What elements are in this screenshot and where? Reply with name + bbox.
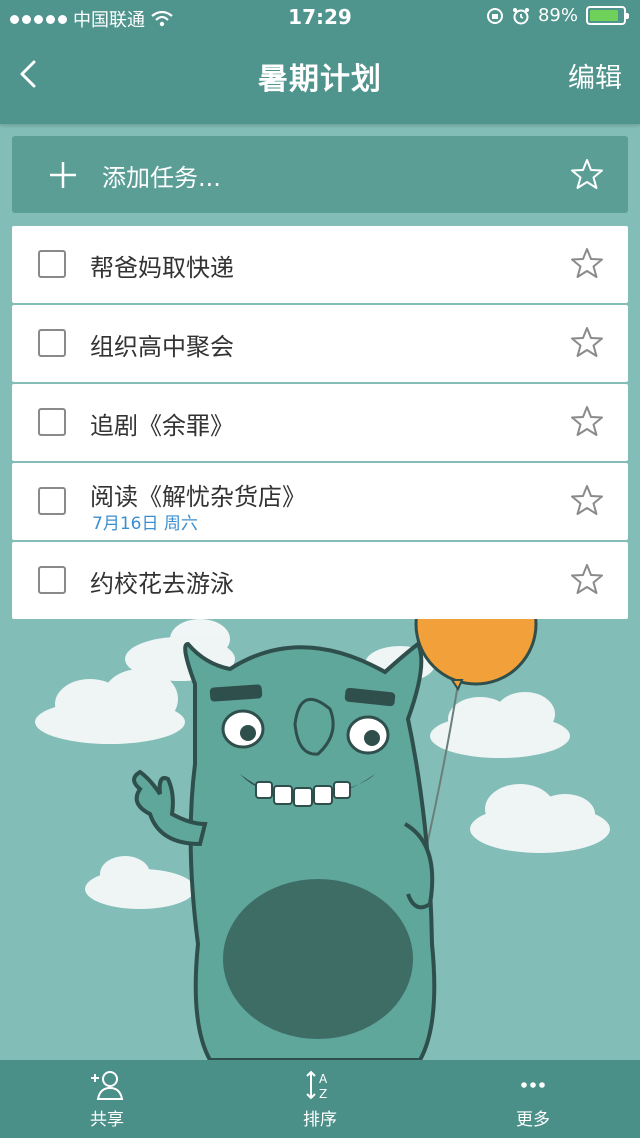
task-checkbox[interactable] — [38, 250, 66, 278]
star-icon[interactable] — [570, 483, 604, 517]
star-icon[interactable] — [570, 404, 604, 438]
task-title: 追剧《余罪》 — [90, 412, 234, 440]
more-label: 更多 — [516, 1110, 550, 1130]
task-title: 约校花去游泳 — [90, 570, 234, 598]
task-checkbox[interactable] — [38, 329, 66, 357]
status-bar: 中国联通 17:29 89% — [0, 0, 640, 34]
task-checkbox[interactable] — [38, 408, 66, 436]
sort-az-icon: A Z — [306, 1070, 328, 1101]
task-row[interactable]: 组织高中聚会 — [12, 305, 628, 382]
task-checkbox[interactable] — [38, 566, 66, 594]
add-task-row[interactable]: 添加任务... — [12, 136, 628, 213]
svg-text:A: A — [319, 1072, 328, 1086]
edit-button[interactable]: 编辑 — [568, 56, 622, 95]
battery-percent: 89% — [537, 5, 578, 26]
task-title: 阅读《解忧杂货店》 — [90, 483, 306, 511]
app-header: 中国联通 17:29 89% 暑期计划 编辑 — [0, 0, 640, 124]
task-row[interactable]: 阅读《解忧杂货店》 7月16日 周六 — [12, 463, 628, 540]
task-due-date: 7月16日 周六 — [92, 514, 198, 534]
task-row[interactable]: 帮爸妈取快递 — [12, 226, 628, 303]
task-row[interactable]: 约校花去游泳 — [12, 542, 628, 619]
star-icon[interactable] — [570, 246, 604, 280]
star-icon[interactable] — [570, 325, 604, 359]
plus-icon — [50, 162, 76, 188]
task-title: 组织高中聚会 — [90, 333, 234, 361]
svg-text:Z: Z — [319, 1087, 327, 1101]
task-title: 帮爸妈取快递 — [90, 254, 234, 282]
add-task-input[interactable]: 添加任务... — [102, 158, 221, 193]
more-tab[interactable]: 更多 — [473, 1068, 593, 1130]
task-row[interactable]: 追剧《余罪》 — [12, 384, 628, 461]
sort-label: 排序 — [303, 1110, 337, 1130]
page-title: 暑期计划 — [258, 62, 382, 97]
share-label: 共享 — [90, 1110, 124, 1130]
sort-tab[interactable]: A Z 排序 — [260, 1068, 380, 1130]
alarm-icon — [512, 7, 529, 24]
star-icon[interactable] — [570, 562, 604, 596]
nav-bar: 暑期计划 编辑 — [0, 34, 640, 114]
star-icon[interactable] — [570, 157, 604, 191]
bottom-toolbar: 共享 A Z 排序 更多 — [0, 1060, 640, 1138]
battery-icon — [586, 6, 629, 25]
task-list: 帮爸妈取快递 组织高中聚会 追剧《余罪》 阅读《解忧杂货店》 7月16日 周六 … — [12, 226, 628, 621]
add-person-icon — [91, 1071, 124, 1100]
share-tab[interactable]: 共享 — [47, 1068, 167, 1130]
orientation-lock-icon — [486, 7, 503, 24]
more-dots-icon — [521, 1082, 545, 1088]
task-checkbox[interactable] — [38, 487, 66, 515]
